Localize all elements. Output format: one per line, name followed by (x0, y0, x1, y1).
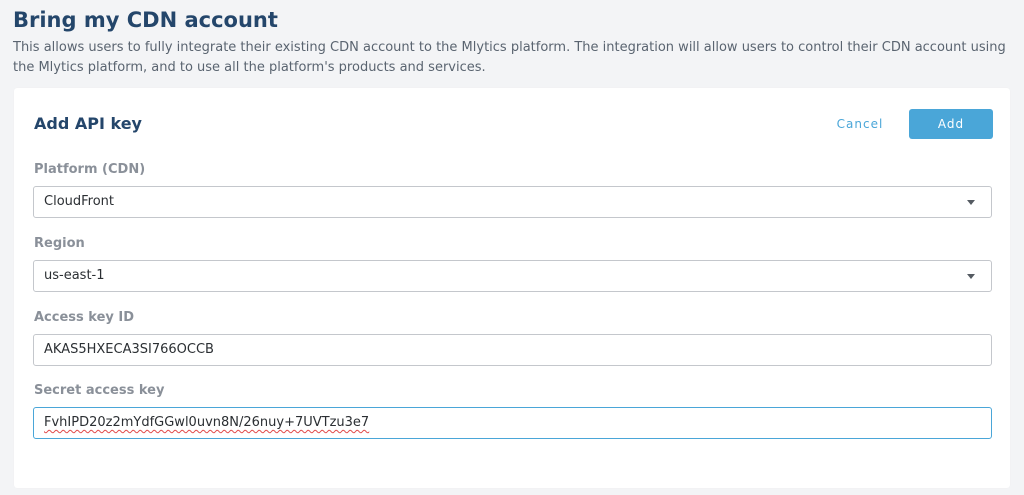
region-select[interactable]: us-east-1 (33, 260, 992, 292)
page-description: This allows users to fully integrate the… (13, 40, 1006, 75)
region-select-value: us-east-1 (44, 268, 105, 283)
access-key-id-input[interactable] (44, 335, 974, 365)
page-header: Bring my CDN account This allows users t… (13, 6, 1008, 78)
secret-access-key-field (33, 407, 992, 439)
card-title: Add API key (34, 114, 142, 133)
platform-label: Platform (CDN) (34, 162, 146, 177)
secret-access-key-label: Secret access key (34, 383, 165, 398)
access-key-id-label: Access key ID (34, 310, 135, 325)
platform-select-value: CloudFront (44, 194, 115, 209)
page-title: Bring my CDN account (13, 8, 278, 32)
secret-access-key-input[interactable] (44, 408, 974, 438)
platform-select[interactable]: CloudFront (33, 186, 992, 218)
chevron-down-icon (967, 274, 975, 279)
region-label: Region (34, 236, 85, 251)
add-api-key-card: Add API key Cancel Add Platform (CDN) Cl… (14, 88, 1010, 488)
cancel-button[interactable]: Cancel (820, 109, 900, 139)
access-key-id-field (33, 334, 992, 366)
add-button[interactable]: Add (909, 109, 993, 139)
chevron-down-icon (967, 200, 975, 205)
